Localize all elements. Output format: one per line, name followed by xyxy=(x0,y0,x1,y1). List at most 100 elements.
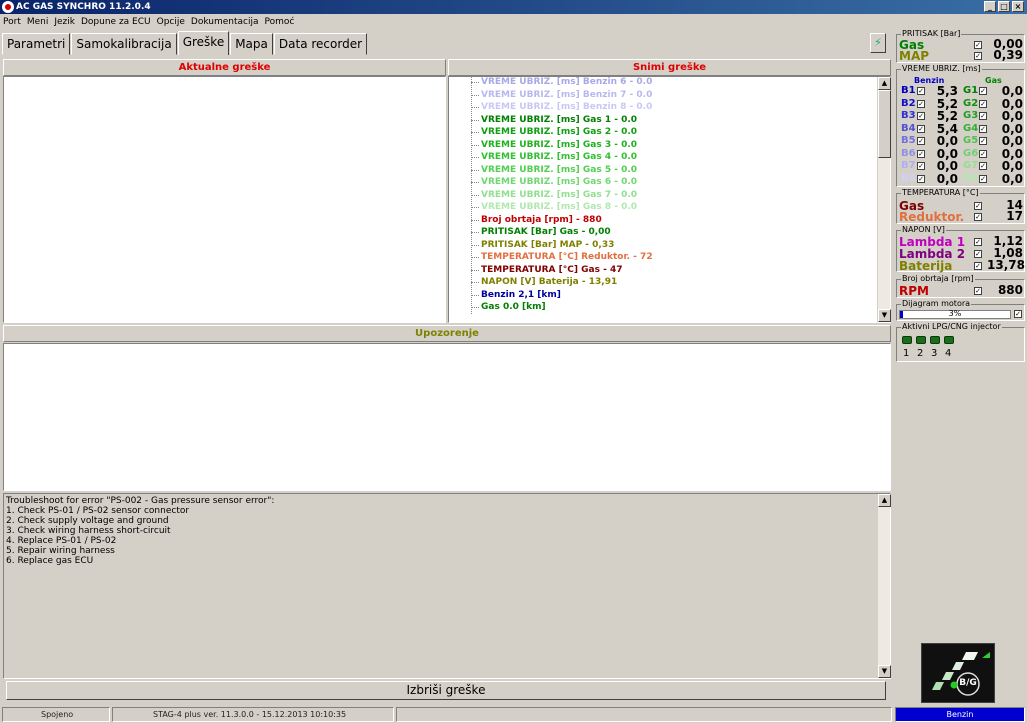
saved-error-item[interactable]: Broj obrtaja [rpm] - 880 xyxy=(449,214,889,227)
saved-error-item[interactable]: VREME UBRIZ. [ms] Benzin 6 - 0.0 xyxy=(449,76,889,89)
injection-gas-value: 0,0 xyxy=(1001,171,1023,186)
injection-gas-label: G4 xyxy=(963,122,979,134)
minimize-button[interactable]: _ xyxy=(984,1,996,12)
troubleshoot-line: 6. Replace gas ECU xyxy=(6,556,94,566)
menu-dopune[interactable]: Dopune za ECU xyxy=(78,15,154,30)
rpm-checkbox[interactable]: ✓ xyxy=(974,287,982,295)
injector-icon xyxy=(902,336,912,344)
engine-load-checkbox[interactable]: ✓ xyxy=(1014,310,1022,318)
injection-gas-checkbox[interactable]: ✓ xyxy=(979,174,987,183)
troubleshoot-line: 5. Repair wiring harness xyxy=(6,546,115,556)
battery-label: Baterija xyxy=(899,259,953,273)
saved-error-item[interactable]: VREME UBRIZ. [ms] Gas 7 - 0.0 xyxy=(449,189,889,202)
injection-gas-checkbox[interactable]: ✓ xyxy=(979,99,987,108)
battery-value: 13,78 xyxy=(987,258,1025,272)
tab-data-recorder[interactable]: Data recorder xyxy=(273,33,368,55)
injection-benzin-checkbox[interactable]: ✓ xyxy=(917,149,925,158)
tab-samokalibracija[interactable]: Samokalibracija xyxy=(71,33,177,55)
saved-error-item[interactable]: VREME UBRIZ. [ms] Benzin 8 - 0.0 xyxy=(449,101,889,114)
injection-benzin-checkbox[interactable]: ✓ xyxy=(917,99,925,108)
tab-parametri[interactable]: Parametri xyxy=(2,33,71,55)
injection-gas-checkbox[interactable]: ✓ xyxy=(979,87,987,95)
tab-greske[interactable]: Greške xyxy=(177,31,230,55)
engine-load-value: 3% xyxy=(948,309,962,318)
temp-gas-checkbox[interactable]: ✓ xyxy=(974,202,982,210)
close-button[interactable]: × xyxy=(1012,1,1024,12)
rpm-label: RPM xyxy=(899,284,929,298)
temp-reduktor-value: 17 xyxy=(1006,209,1023,223)
saved-error-item[interactable]: Benzin 2,1 [km] xyxy=(449,289,889,302)
maximize-button[interactable]: □ xyxy=(998,1,1010,12)
injector-icon xyxy=(916,336,926,344)
injection-gas-label: G2 xyxy=(963,97,979,109)
injection-gas-label: G6 xyxy=(963,147,979,159)
saved-error-item[interactable]: VREME UBRIZ. [ms] Gas 1 - 0.0 xyxy=(449,114,889,127)
warnings-list[interactable] xyxy=(3,343,891,491)
saved-error-item[interactable]: VREME UBRIZ. [ms] Gas 2 - 0.0 xyxy=(449,126,889,139)
saved-error-item[interactable]: VREME UBRIZ. [ms] Gas 8 - 0.0 xyxy=(449,201,889,214)
menu-meni[interactable]: Meni xyxy=(24,15,52,30)
injection-gas-label: G7 xyxy=(963,160,979,171)
injection-gas-checkbox[interactable]: ✓ xyxy=(979,162,987,170)
injection-gas-checkbox[interactable]: ✓ xyxy=(979,124,987,133)
troubleshoot-line: 2. Check supply voltage and ground xyxy=(6,516,169,526)
menu-port[interactable]: Port xyxy=(0,15,24,30)
scroll-down-icon[interactable]: ▼ xyxy=(878,665,891,678)
saved-error-item[interactable]: Gas 0.0 [km] xyxy=(449,301,889,314)
logo-text: B/G xyxy=(959,678,977,688)
troubleshoot-line: Troubleshoot for error "PS-002 - Gas pre… xyxy=(6,496,275,506)
status-empty xyxy=(396,707,892,722)
scroll-up-icon[interactable]: ▲ xyxy=(878,494,891,507)
saved-error-item[interactable]: PRITISAK [Bar] Gas - 0,00 xyxy=(449,226,889,239)
injection-benzin-checkbox[interactable]: ✓ xyxy=(917,174,925,183)
injector-number: 2 xyxy=(917,348,924,359)
current-errors-list[interactable] xyxy=(3,76,446,323)
injection-gas-checkbox[interactable]: ✓ xyxy=(979,137,987,145)
saved-error-item[interactable]: NAPON [V] Baterija - 13,91 xyxy=(449,276,889,289)
battery-checkbox[interactable]: ✓ xyxy=(974,262,982,270)
injection-benzin-checkbox[interactable]: ✓ xyxy=(917,124,925,133)
injection-benzin-checkbox[interactable]: ✓ xyxy=(917,137,925,145)
warnings-header: Upozorenje xyxy=(3,325,891,342)
troubleshoot-scrollbar[interactable]: ▲ ▼ xyxy=(877,494,891,678)
saved-error-item[interactable]: PRITISAK [Bar] MAP - 0,33 xyxy=(449,239,889,252)
tab-bar: Parametri Samokalibracija Greške Mapa Da… xyxy=(2,31,368,55)
injector-icon xyxy=(944,336,954,344)
injection-benzin-checkbox[interactable]: ✓ xyxy=(917,112,925,120)
injection-gas-checkbox[interactable]: ✓ xyxy=(979,112,987,120)
connection-status: Spojeno xyxy=(2,707,110,722)
saved-error-item[interactable]: TEMPERATURA [°C] Reduktor. - 72 xyxy=(449,251,889,264)
saved-error-item[interactable]: VREME UBRIZ. [ms] Gas 4 - 0.0 xyxy=(449,151,889,164)
clear-errors-button[interactable]: Izbriši greške xyxy=(6,681,886,700)
temp-reduktor-checkbox[interactable]: ✓ xyxy=(974,213,982,221)
pressure-gas-checkbox[interactable]: ✓ xyxy=(974,41,982,49)
saved-errors-header: Snimi greške xyxy=(448,59,891,76)
rpm-value: 880 xyxy=(997,283,1023,297)
menu-opcije[interactable]: Opcije xyxy=(154,15,188,30)
lambda2-checkbox[interactable]: ✓ xyxy=(974,250,982,258)
menu-pomoc[interactable]: Pomoć xyxy=(262,15,298,30)
menu-dokumentacija[interactable]: Dokumentacija xyxy=(188,15,262,30)
injection-benzin-checkbox[interactable]: ✓ xyxy=(917,87,925,95)
injection-benzin-label: B8 xyxy=(901,172,916,184)
temp-reduktor-label: Reduktor. xyxy=(899,210,965,224)
pressure-map-checkbox[interactable]: ✓ xyxy=(974,52,982,60)
saved-error-item[interactable]: VREME UBRIZ. [ms] Benzin 7 - 0.0 xyxy=(449,89,889,102)
lambda1-checkbox[interactable]: ✓ xyxy=(974,238,982,246)
plug-icon[interactable]: ⚡ xyxy=(870,33,886,53)
saved-error-item[interactable]: VREME UBRIZ. [ms] Gas 5 - 0.0 xyxy=(449,164,889,177)
menu-jezik[interactable]: Jezik xyxy=(51,15,78,30)
window-title: AC GAS SYNCHRO 11.2.0.4 xyxy=(16,2,151,12)
troubleshoot-panel[interactable]: Troubleshoot for error "PS-002 - Gas pre… xyxy=(3,493,891,679)
injectors-title: Aktivni LPG/CNG injector xyxy=(901,322,1002,332)
saved-error-item[interactable]: VREME UBRIZ. [ms] Gas 3 - 0.0 xyxy=(449,139,889,152)
saved-error-item[interactable]: TEMPERATURA [°C] Gas - 47 xyxy=(449,264,889,277)
injection-benzin-label: B1 xyxy=(901,85,916,96)
injection-benzin-checkbox[interactable]: ✓ xyxy=(917,162,925,170)
injection-benzin-label: B4 xyxy=(901,122,916,134)
tab-mapa[interactable]: Mapa xyxy=(230,33,273,55)
rpm-group: Broj obrtaja [rpm] RPM ✓ 880 xyxy=(896,274,1025,298)
injection-gas-checkbox[interactable]: ✓ xyxy=(979,149,987,158)
temperature-group: TEMPERATURA [°C] Gas ✓ 14 Reduktor. ✓ 17 xyxy=(896,188,1025,224)
saved-error-item[interactable]: VREME UBRIZ. [ms] Gas 6 - 0.0 xyxy=(449,176,889,189)
